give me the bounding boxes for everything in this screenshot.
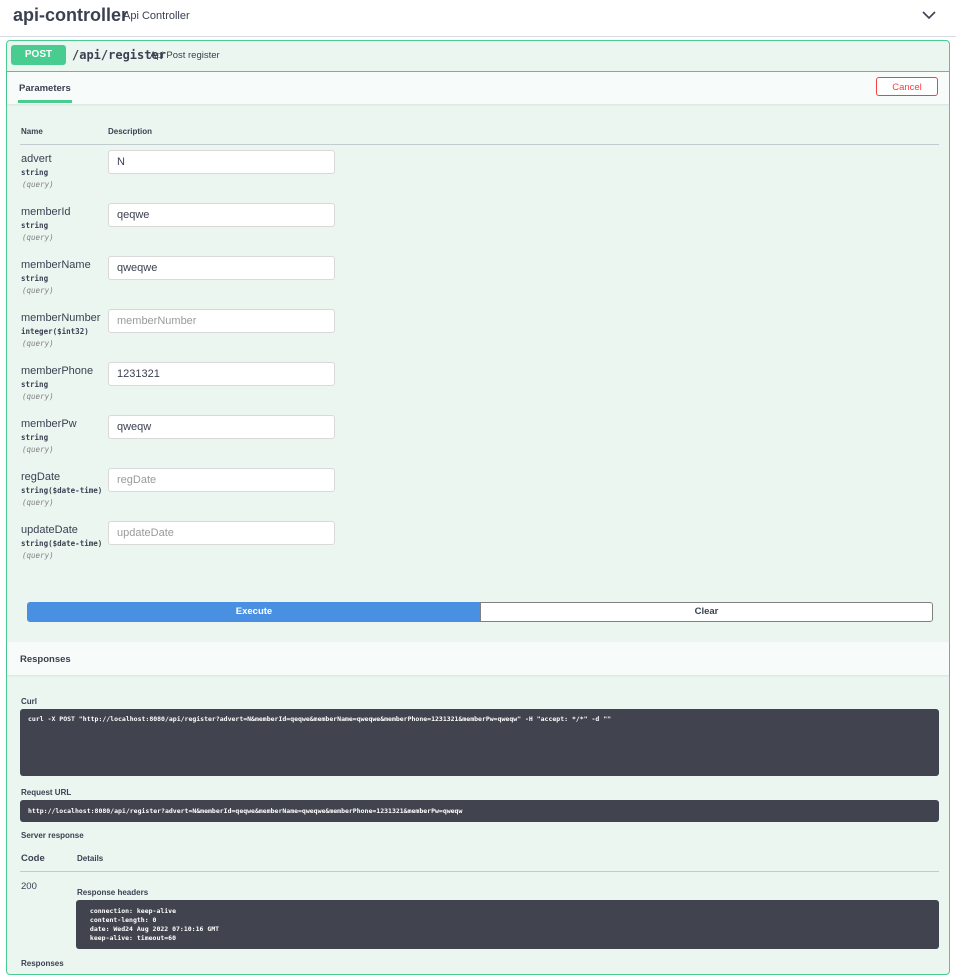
request-url[interactable]: http://localhost:8080/api/register?adver… [20,800,939,822]
divider [20,144,939,145]
memberId-input[interactable] [108,203,335,227]
responses-footer-label: Responses [21,959,64,968]
param-name: memberId [21,206,71,218]
curl-label: Curl [21,697,37,706]
request-url-label: Request URL [21,788,72,797]
param-location: (query) [22,233,54,242]
param-location: (query) [22,286,54,295]
memberPw-input[interactable] [108,415,335,439]
param-row-memberPhone: memberPhone string (query) [20,362,350,415]
tag-name[interactable]: api-controller [13,5,128,26]
param-type: integer($int32) [21,327,89,336]
column-header-details: Details [77,854,104,863]
param-location: (query) [22,445,54,454]
tag-description: Api Controller [123,10,190,22]
param-type: string [21,380,49,389]
tab-active-indicator [18,100,72,103]
param-row-memberName: memberName string (query) [20,256,350,309]
param-name: memberName [21,259,91,271]
chevron-down-icon[interactable] [919,6,939,26]
response-headers[interactable]: connection: keep-alive content-length: 0… [76,900,939,949]
operation-summary-text: Api Post register [150,50,220,61]
execute-button[interactable]: Execute [27,602,481,622]
param-row-updateDate: updateDate string($date-time) (query) [20,521,350,574]
param-name: updateDate [21,524,78,536]
memberName-input[interactable] [108,256,335,280]
param-name: regDate [21,471,61,483]
curl-command[interactable]: curl -X POST "http://localhost:8080/api/… [20,709,939,776]
param-location: (query) [22,551,54,560]
response-code: 200 [21,881,37,892]
column-header-name: Name [21,127,43,136]
param-type: string [21,168,49,177]
operation-block: POST /api/register Api Post register Par… [6,40,950,975]
param-name: advert [21,153,52,165]
responses-title: Responses [20,654,71,665]
param-name: memberPw [21,418,77,430]
param-type: string [21,221,49,230]
column-header-code: Code [21,853,45,864]
param-name: memberPhone [21,365,94,377]
updateDate-input[interactable] [108,521,335,545]
param-row-memberId: memberId string (query) [20,203,350,256]
param-name: memberNumber [21,312,101,324]
parameters-header: Parameters [7,72,949,104]
clear-button[interactable]: Clear [480,602,933,622]
param-type: string($date-time) [21,486,103,495]
method-badge: POST [11,45,66,65]
param-type: string($date-time) [21,539,103,548]
param-row-advert: advert string (query) [20,150,350,203]
tab-parameters[interactable]: Parameters [19,83,71,94]
column-header-description: Description [108,127,153,136]
param-row-memberNumber: memberNumber integer($int32) (query) [20,309,350,362]
responses-header: Responses [7,642,949,675]
param-location: (query) [22,180,54,189]
cancel-button[interactable]: Cancel [876,77,938,96]
param-type: string [21,274,49,283]
server-response-label: Server response [21,831,84,840]
memberPhone-input[interactable] [108,362,335,386]
operation-summary[interactable]: POST /api/register Api Post register [7,41,949,72]
advert-input[interactable] [108,150,335,174]
divider [20,871,939,872]
regDate-input[interactable] [108,468,335,492]
response-headers-label: Response headers [77,888,149,897]
param-type: string [21,433,49,442]
tag-header[interactable]: api-controller Api Controller [0,0,956,37]
param-location: (query) [22,392,54,401]
param-row-memberPw: memberPw string (query) [20,415,350,468]
memberNumber-input[interactable] [108,309,335,333]
param-row-regDate: regDate string($date-time) (query) [20,468,350,521]
execute-button-group: Execute Clear [27,602,933,622]
param-location: (query) [22,339,54,348]
param-location: (query) [22,498,54,507]
